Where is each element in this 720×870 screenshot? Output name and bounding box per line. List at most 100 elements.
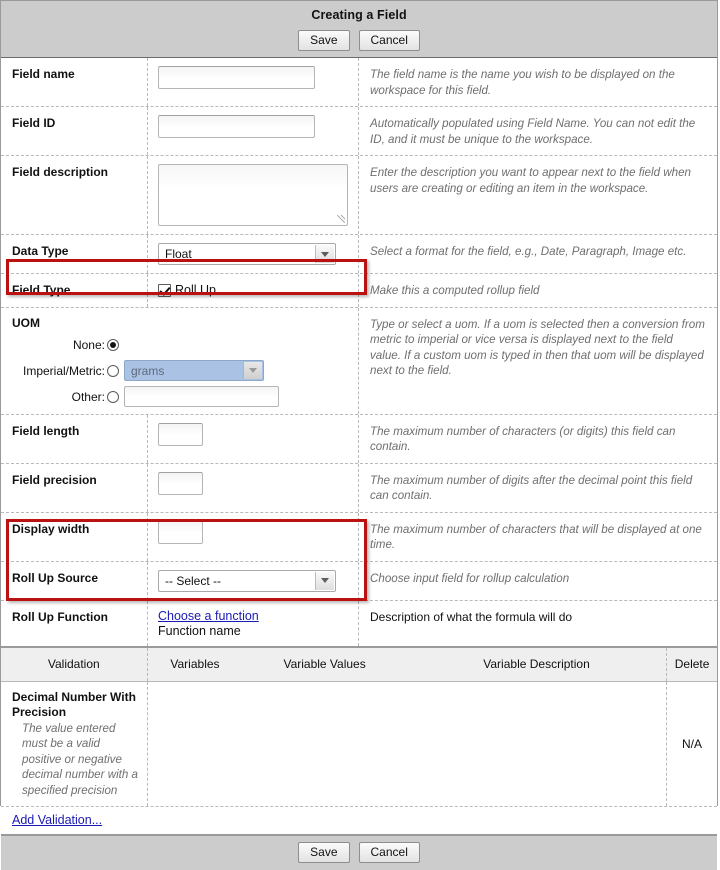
add-validation-link[interactable]: Add Validation... xyxy=(12,813,102,827)
field-type-input-cell: Roll Up xyxy=(148,274,359,307)
rollup-function-input-cell: Choose a function Function name xyxy=(148,600,359,646)
creating-field-dialog: Creating a Field Save Cancel Field name … xyxy=(0,0,718,870)
choose-a-function-link[interactable]: Choose a function xyxy=(158,609,259,623)
column-header-variable-values: Variable Values xyxy=(283,657,366,671)
uom-other-radio[interactable] xyxy=(107,390,119,403)
validation-cell: Decimal Number With Precision The value … xyxy=(1,681,148,806)
row-field-description: Field description Enter the description … xyxy=(1,156,717,235)
header-button-row: Save Cancel xyxy=(1,30,717,51)
row-field-id: Field ID Automatically populated using F… xyxy=(1,107,717,156)
data-type-input-cell: Float xyxy=(148,235,359,273)
cancel-button-top[interactable]: Cancel xyxy=(358,30,420,51)
rollup-checkbox-label: Roll Up xyxy=(175,283,216,297)
row-field-precision: Field precision The maximum number of di… xyxy=(1,463,717,513)
chevron-down-icon[interactable] xyxy=(243,362,262,379)
data-type-help: Select a format for the field, e.g., Dat… xyxy=(370,245,687,258)
rollup-source-help: Choose input field for rollup calculatio… xyxy=(370,571,570,585)
field-type-label: Field Type xyxy=(1,274,148,307)
column-header-variable-description: Variable Description xyxy=(483,657,590,671)
cancel-button-bottom[interactable]: Cancel xyxy=(358,842,420,863)
row-data-type: Data Type Float Select a format for the … xyxy=(1,235,717,274)
chevron-down-icon[interactable] xyxy=(315,245,334,263)
rollup-source-value: -- Select -- xyxy=(165,573,222,588)
uom-none-label: None: xyxy=(72,337,105,352)
uom-help: Type or select a uom. If a uom is select… xyxy=(370,317,705,378)
field-form: Field name The field name is the name yo… xyxy=(1,57,717,647)
display-width-help: The maximum number of characters that wi… xyxy=(370,522,702,552)
row-rollup-source: Roll Up Source -- Select -- Choose input… xyxy=(1,561,717,601)
uom-unit-value: grams xyxy=(131,363,165,378)
uom-imperial-metric-label: Imperial/Metric: xyxy=(22,363,105,378)
field-length-label: Field length xyxy=(1,414,148,463)
column-header-delete: Delete xyxy=(666,647,717,681)
rollup-function-name: Function name xyxy=(158,623,241,638)
field-length-input-cell xyxy=(148,414,359,463)
uom-none-radio[interactable] xyxy=(107,338,119,351)
field-length-input[interactable] xyxy=(158,422,203,446)
dialog-header: Creating a Field Save Cancel xyxy=(1,1,717,57)
uom-option-other[interactable]: Other: xyxy=(1,384,358,410)
field-precision-input-cell xyxy=(148,463,359,512)
add-validation-row: Add Validation... xyxy=(1,807,717,835)
field-name-input[interactable] xyxy=(158,66,315,89)
delete-cell: N/A xyxy=(666,681,717,806)
field-id-label: Field ID xyxy=(1,107,148,155)
uom-other-input[interactable] xyxy=(124,386,279,407)
uom-label: UOM xyxy=(12,315,40,330)
column-header-variables: Variables xyxy=(170,657,220,671)
data-type-value: Float xyxy=(165,247,192,261)
chevron-down-icon[interactable] xyxy=(315,571,334,590)
footer-button-row: Save Cancel xyxy=(1,842,717,863)
validation-title: Decimal Number With Precision xyxy=(12,689,136,719)
field-name-help: The field name is the name you wish to b… xyxy=(370,68,675,97)
rollup-checkbox-wrap[interactable]: Roll Up xyxy=(158,282,358,297)
field-description-help: Enter the description you want to appear… xyxy=(370,166,691,195)
display-width-label: Display width xyxy=(1,512,148,561)
field-id-help: Automatically populated using Field Name… xyxy=(370,117,696,146)
field-name-label: Field name xyxy=(1,58,148,106)
dialog-footer: Save Cancel xyxy=(1,835,717,870)
field-id-input[interactable] xyxy=(158,115,315,138)
display-width-input[interactable] xyxy=(158,520,203,544)
data-type-label: Data Type xyxy=(1,235,148,273)
rollup-checkbox[interactable] xyxy=(158,283,171,297)
validation-table: Validation Variables Variable Values Var… xyxy=(1,646,717,835)
field-precision-help: The maximum number of digits after the d… xyxy=(370,473,693,503)
rollup-source-label: Roll Up Source xyxy=(1,561,148,600)
page-title: Creating a Field xyxy=(311,8,407,22)
rollup-source-select[interactable]: -- Select -- xyxy=(158,569,336,592)
row-display-width: Display width The maximum number of char… xyxy=(1,512,717,562)
save-button-bottom[interactable]: Save xyxy=(298,842,350,863)
field-name-input-cell xyxy=(148,58,359,106)
row-uom: UOM None: Imperial/Metric: grams Other: … xyxy=(1,307,717,415)
display-width-input-cell xyxy=(148,512,359,561)
uom-other-label: Other: xyxy=(71,389,105,404)
field-precision-input[interactable] xyxy=(158,471,203,495)
table-row: Decimal Number With Precision The value … xyxy=(1,681,717,807)
row-field-name: Field name The field name is the name yo… xyxy=(1,58,717,107)
field-precision-label: Field precision xyxy=(1,463,148,512)
uom-imperial-metric-radio[interactable] xyxy=(107,364,119,377)
rollup-function-label: Roll Up Function xyxy=(1,600,148,646)
field-description-textarea[interactable] xyxy=(158,164,348,226)
field-id-input-cell xyxy=(148,107,359,155)
field-type-help: Make this a computed rollup field xyxy=(370,284,540,297)
validation-description: The value entered must be a valid positi… xyxy=(22,721,138,797)
field-description-label: Field description xyxy=(1,156,148,234)
row-rollup-function: Roll Up Function Choose a function Funct… xyxy=(1,600,717,646)
field-description-input-cell xyxy=(148,156,359,234)
field-length-help: The maximum number of characters (or dig… xyxy=(370,424,676,454)
variables-cell xyxy=(148,682,666,807)
uom-unit-select[interactable]: grams xyxy=(124,360,264,381)
uom-option-imperial-metric[interactable]: Imperial/Metric: grams xyxy=(1,358,358,384)
column-header-validation: Validation xyxy=(1,647,148,681)
rollup-function-help: Description of what the formula will do xyxy=(370,609,573,624)
uom-options: None: Imperial/Metric: grams Other: xyxy=(1,330,358,414)
validation-table-header: Validation Variables Variable Values Var… xyxy=(1,647,717,682)
uom-option-none[interactable]: None: xyxy=(1,332,358,358)
uom-cell: UOM None: Imperial/Metric: grams Other: xyxy=(1,307,359,414)
rollup-source-input-cell: -- Select -- xyxy=(148,561,359,600)
data-type-select[interactable]: Float xyxy=(158,243,336,265)
row-field-length: Field length The maximum number of chara… xyxy=(1,414,717,464)
save-button-top[interactable]: Save xyxy=(298,30,350,51)
